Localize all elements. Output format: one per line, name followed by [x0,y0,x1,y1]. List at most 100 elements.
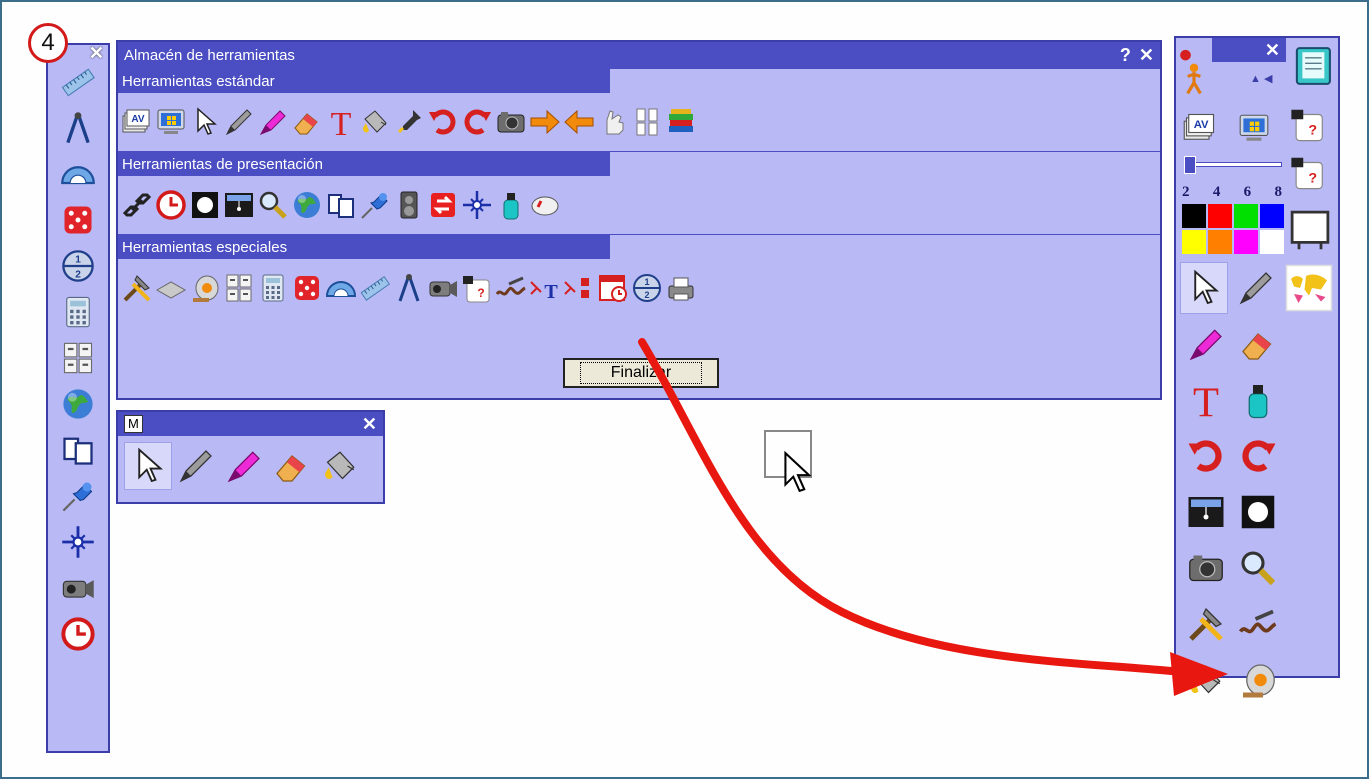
av-icon[interactable] [120,105,154,139]
width-option-4[interactable]: 4 [1213,184,1221,201]
tiles-icon[interactable] [222,271,256,305]
protractor-icon[interactable] [55,151,101,197]
question-card-icon[interactable] [1286,102,1330,146]
dice-icon[interactable] [290,271,324,305]
spotlight-icon[interactable] [188,188,222,222]
select-cursor-icon[interactable] [124,442,172,490]
printer-icon[interactable] [664,271,698,305]
mini-palette-close-button[interactable]: ✕ [362,414,377,435]
compass-icon[interactable] [392,271,426,305]
swatch-yellow[interactable] [1182,230,1206,254]
spray-icon[interactable] [1232,375,1284,425]
pen-icon[interactable] [172,443,220,489]
dice-icon[interactable] [55,197,101,243]
highlighter-icon[interactable] [220,443,268,489]
signature-icon[interactable] [1232,599,1284,649]
revealer-icon[interactable] [1180,487,1232,537]
question-card-icon[interactable] [1286,150,1330,194]
spotlight-icon[interactable] [1232,487,1284,537]
fraction-icon[interactable] [55,243,101,289]
select-cursor-icon[interactable] [1180,262,1228,314]
tool-store-titlebar[interactable]: Almacén de herramientas ? ✕ [118,42,1160,68]
protractor-icon[interactable] [324,271,358,305]
revealer-icon[interactable] [222,188,256,222]
text-icon[interactable] [1180,375,1232,425]
media-icon[interactable] [1232,655,1284,705]
page-sorter-icon[interactable] [630,105,664,139]
text-recognition-icon[interactable] [528,271,562,305]
width-option-8[interactable]: 8 [1274,184,1282,201]
calculator-icon[interactable] [55,289,101,335]
calendar-clock-icon[interactable] [596,271,630,305]
calculator-icon[interactable] [256,271,290,305]
redo-icon[interactable] [1232,431,1284,481]
width-slider[interactable] [1184,156,1282,174]
undo-icon[interactable] [1180,431,1232,481]
fill-icon[interactable] [358,105,392,139]
pin-icon[interactable] [55,473,101,519]
shape-recognition-icon[interactable] [562,271,596,305]
undo-icon[interactable] [426,105,460,139]
camcorder-icon[interactable] [426,271,460,305]
highlighter-icon[interactable] [1180,319,1232,369]
clock-icon[interactable] [154,188,188,222]
person-icon[interactable] [1176,40,1212,100]
highlighter-icon[interactable] [256,105,290,139]
text-icon[interactable] [324,105,358,139]
dropper-icon[interactable] [392,105,426,139]
camcorder-icon[interactable] [55,565,101,611]
fill-icon[interactable] [316,443,364,489]
tools-icon[interactable] [120,271,154,305]
camera-icon[interactable] [1180,543,1232,593]
pen-icon[interactable] [1228,263,1284,313]
fraction-icon[interactable] [630,271,664,305]
page-flip-icon[interactable] [55,427,101,473]
pen-icon[interactable] [222,105,256,139]
eraser-icon[interactable] [1232,319,1284,369]
width-option-2[interactable]: 2 [1182,184,1190,201]
eraser-icon[interactable] [268,443,316,489]
right-tray-close-button[interactable]: ✕ [1265,40,1280,61]
camera-icon[interactable] [494,105,528,139]
pin-icon[interactable] [358,188,392,222]
globe-icon[interactable] [290,188,324,222]
prev-arrow-icon[interactable] [562,105,596,139]
spotlight-cross-icon[interactable] [460,188,494,222]
eraser-icon[interactable] [290,105,324,139]
select-cursor-icon[interactable] [188,105,222,139]
tablet-icon[interactable] [154,271,188,305]
swatch-blue[interactable] [1260,204,1284,228]
spotlight-cross-icon[interactable] [55,519,101,565]
notebook-icon[interactable] [1288,42,1336,90]
av-icon[interactable] [1180,108,1220,148]
width-option-6[interactable]: 6 [1244,184,1252,201]
ruler-icon[interactable] [358,271,392,305]
link-icon[interactable] [120,188,154,222]
whiteboard-icon[interactable] [1286,202,1334,258]
tools-icon[interactable] [1180,599,1232,649]
page-flip-icon[interactable] [324,188,358,222]
world-map-icon[interactable] [1284,263,1334,313]
question-card-icon[interactable] [460,271,494,305]
swatch-magenta[interactable] [1234,230,1258,254]
next-arrow-icon[interactable] [528,105,562,139]
media-icon[interactable] [188,271,222,305]
compass-icon[interactable] [55,105,101,151]
globe-icon[interactable] [55,381,101,427]
right-tray-titlebar[interactable]: ✕ [1212,38,1286,62]
left-tray-close-button[interactable]: ✕ [89,43,104,64]
swatch-orange[interactable] [1208,230,1232,254]
ruler-icon[interactable] [55,59,101,105]
fill-icon[interactable] [1180,655,1232,705]
redo-icon[interactable] [460,105,494,139]
clock-icon[interactable] [55,611,101,657]
collapse-arrows-icon[interactable]: ▲ ◀ [1250,72,1272,85]
width-slider-thumb[interactable] [1184,156,1196,174]
swatch-red[interactable] [1208,204,1232,228]
swatch-white[interactable] [1260,230,1284,254]
finish-button[interactable]: Finalizar [563,358,719,388]
hand-icon[interactable] [596,105,630,139]
speaker-icon[interactable] [392,188,426,222]
library-icon[interactable] [664,105,698,139]
spray-icon[interactable] [494,188,528,222]
